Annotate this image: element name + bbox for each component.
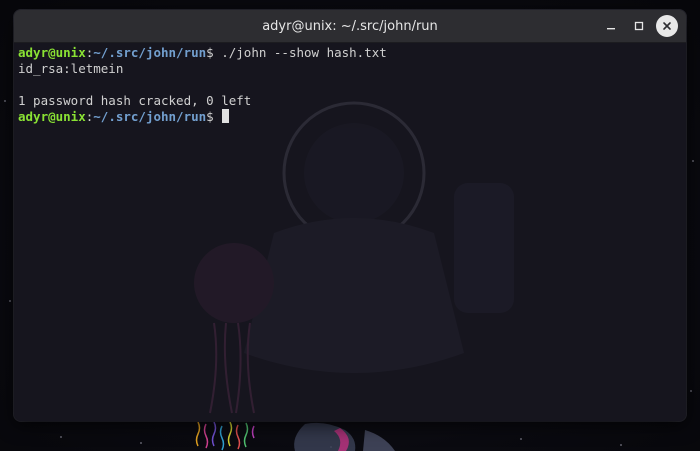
wallpaper-astronaut-art [195,421,395,451]
close-icon [663,22,671,30]
star [520,438,522,440]
star [620,444,622,446]
window-controls [600,10,678,42]
prompt-symbol: $ [206,45,222,60]
star [9,300,11,302]
prompt-path: ~/.src/john/run [93,45,207,60]
title-bar[interactable]: adyr@unix: ~/.src/john/run [14,10,686,43]
star [140,442,142,444]
star [690,390,692,392]
maximize-icon [634,21,644,31]
terminal-window[interactable]: adyr@unix: ~/.src/john/run adyr@unix:~/.… [14,10,686,421]
terminal-line-prompt-2: adyr@unix:~/.src/john/run$ [18,109,682,125]
close-button[interactable] [656,15,678,37]
window-title: adyr@unix: ~/.src/john/run [262,18,438,34]
minimize-button[interactable] [600,15,622,37]
text-cursor [222,109,230,123]
star [692,160,694,162]
star [60,436,62,438]
prompt-path: ~/.src/john/run [93,109,207,124]
minimize-icon [607,28,615,30]
command-text: ./john --show hash.txt [221,45,387,60]
terminal-line-output: id_rsa:letmein [18,61,124,76]
terminal-line-prompt-1: adyr@unix:~/.src/john/run$ ./john --show… [18,45,682,61]
star [330,446,332,448]
prompt-user: adyr@unix [18,45,86,60]
prompt-symbol: $ [206,109,222,124]
maximize-button[interactable] [628,15,650,37]
terminal-output[interactable]: adyr@unix:~/.src/john/run$ ./john --show… [14,43,686,421]
prompt-user: adyr@unix [18,109,86,124]
terminal-line-output: 1 password hash cracked, 0 left [18,93,252,108]
star [4,100,6,102]
